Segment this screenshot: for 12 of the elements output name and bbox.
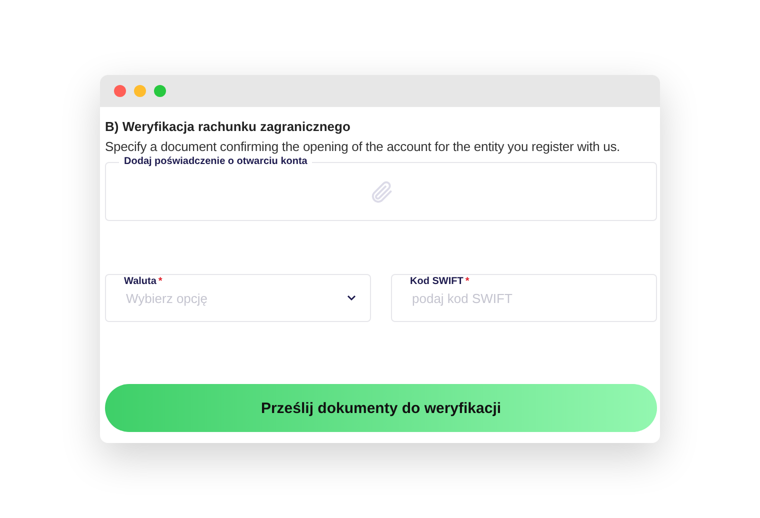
submit-button[interactable]: Prześlij dokumenty do weryfikacji [105,384,657,432]
field-label: Waluta [124,276,156,287]
section-heading: B) Weryfikacja rachunku zagranicznego [105,119,352,134]
required-mark: * [158,276,162,287]
chevron-down-icon [347,295,356,301]
window-control-button[interactable] [134,85,146,97]
required-mark: * [465,276,470,287]
field-label: Dodaj poświadczenie o otwarciu konta [124,156,308,167]
window-control-button[interactable] [154,85,166,97]
window-control-button[interactable] [114,85,126,97]
description-text: Specify a document confirming the opening of the account for the entity you register with us. [105,139,622,154]
field-label: Kod SWIFT [410,276,464,287]
